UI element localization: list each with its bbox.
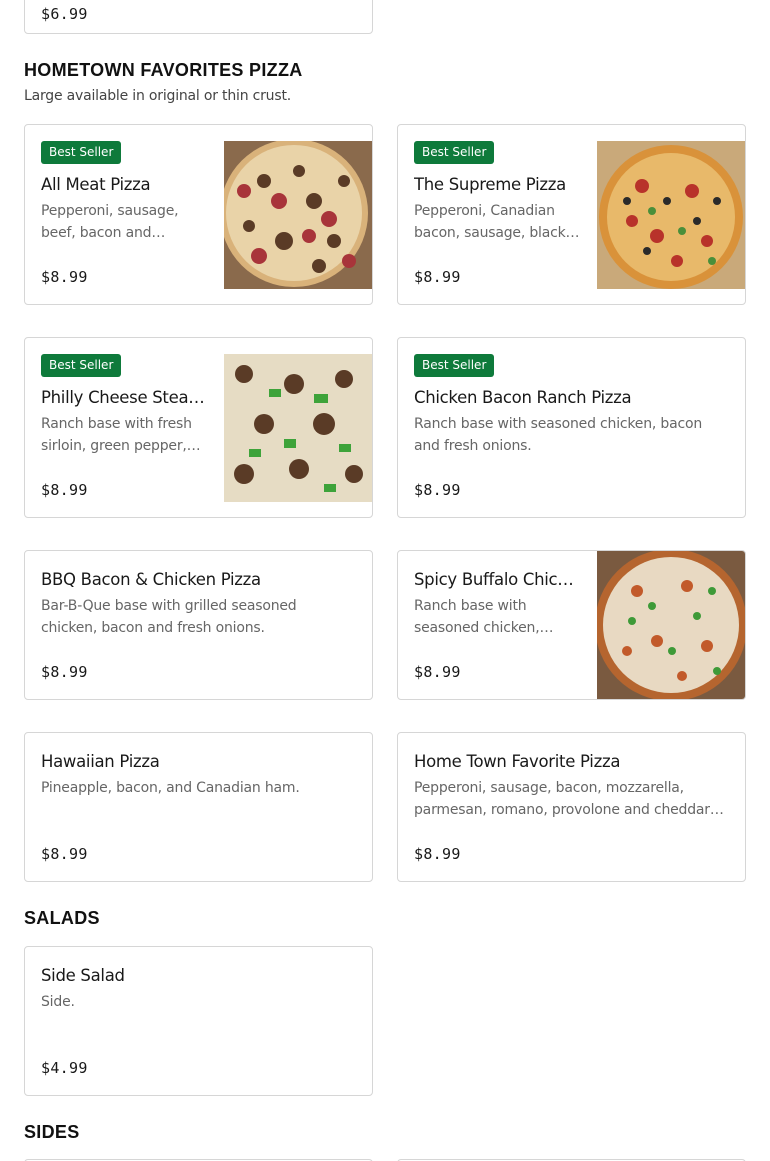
item-name: Side Salad (41, 966, 125, 985)
item-name: All Meat Pizza (41, 175, 151, 194)
pizza-photo (224, 354, 372, 502)
pizza-photo (224, 141, 372, 289)
best-seller-badge: Best Seller (41, 354, 122, 377)
item-price: $8.99 (41, 481, 88, 499)
menu-item-side-salad[interactable]: Side Salad Side. $4.99 (24, 946, 373, 1096)
item-name: Philly Cheese Steak… (41, 388, 207, 407)
item-price: $8.99 (414, 268, 461, 286)
item-name: The Supreme Pizza (414, 175, 566, 194)
section-title-sides: SIDES (24, 1122, 80, 1142)
menu-item-all-meat-pizza[interactable]: Best Seller All Meat Pizza Pepperoni, sa… (24, 124, 373, 305)
section-title-salads: SALADS (24, 908, 100, 928)
item-price: $8.99 (414, 481, 461, 499)
item-description: Ranch base with seasoned chicken,… (414, 598, 554, 636)
section-title-pizza: HOMETOWN FAVORITES PIZZA (24, 60, 303, 80)
item-price: $8.99 (414, 845, 461, 863)
menu-item-philly-cheese-steak[interactable]: Best Seller Philly Cheese Steak… Ranch b… (24, 337, 373, 518)
item-name: BBQ Bacon & Chicken Pizza (41, 570, 261, 589)
pizza-photo (597, 141, 745, 289)
item-description: Pepperoni, Canadian bacon, sausage, blac… (414, 203, 580, 241)
best-seller-badge: Best Seller (414, 354, 495, 377)
item-name: Hawaiian Pizza (41, 752, 160, 771)
item-price: $8.99 (414, 663, 461, 681)
item-price: $6.99 (41, 5, 88, 23)
item-description: Ranch base with seasoned chicken, bacon … (414, 416, 702, 454)
item-name: Home Town Favorite Pizza (414, 752, 621, 771)
item-description: Bar-B-Que base with grilled seasoned chi… (41, 598, 297, 636)
menu-item-chicken-bacon-ranch[interactable]: Best Seller Chicken Bacon Ranch Pizza Ra… (397, 337, 746, 518)
menu-item-home-town-favorite[interactable]: Home Town Favorite Pizza Pepperoni, saus… (397, 732, 746, 882)
menu-item-supreme-pizza[interactable]: Best Seller The Supreme Pizza Pepperoni,… (397, 124, 746, 305)
item-description: Pineapple, bacon, and Canadian ham. (41, 780, 300, 796)
best-seller-badge: Best Seller (41, 141, 122, 164)
item-price: $8.99 (41, 663, 88, 681)
best-seller-badge: Best Seller (414, 141, 495, 164)
item-description: Pepperoni, sausage, beef, bacon and Cana… (41, 203, 179, 241)
item-price: $8.99 (41, 845, 88, 863)
item-name: Spicy Buffalo Chicke… (414, 570, 580, 589)
pizza-photo (597, 551, 745, 699)
item-description: Ranch base with fresh sirloin, green pep… (41, 416, 201, 454)
item-description: Side. (41, 994, 75, 1010)
item-price: $8.99 (41, 268, 88, 286)
item-description: Pepperoni, sausage, bacon, mozzarella, p… (414, 780, 710, 818)
item-name: Chicken Bacon Ranch Pizza (414, 388, 632, 407)
menu-item-bbq-bacon-chicken[interactable]: BBQ Bacon & Chicken Pizza Bar-B-Que base… (24, 550, 373, 700)
item-price: $4.99 (41, 1059, 88, 1077)
menu-item-card[interactable]: $6.99 (24, 0, 373, 34)
menu-item-hawaiian-pizza[interactable]: Hawaiian Pizza Pineapple, bacon, and Can… (24, 732, 373, 882)
section-subtitle-pizza: Large available in original or thin crus… (24, 88, 291, 104)
menu-item-spicy-buffalo-chicken[interactable]: Spicy Buffalo Chicke… Ranch base with se… (397, 550, 746, 700)
